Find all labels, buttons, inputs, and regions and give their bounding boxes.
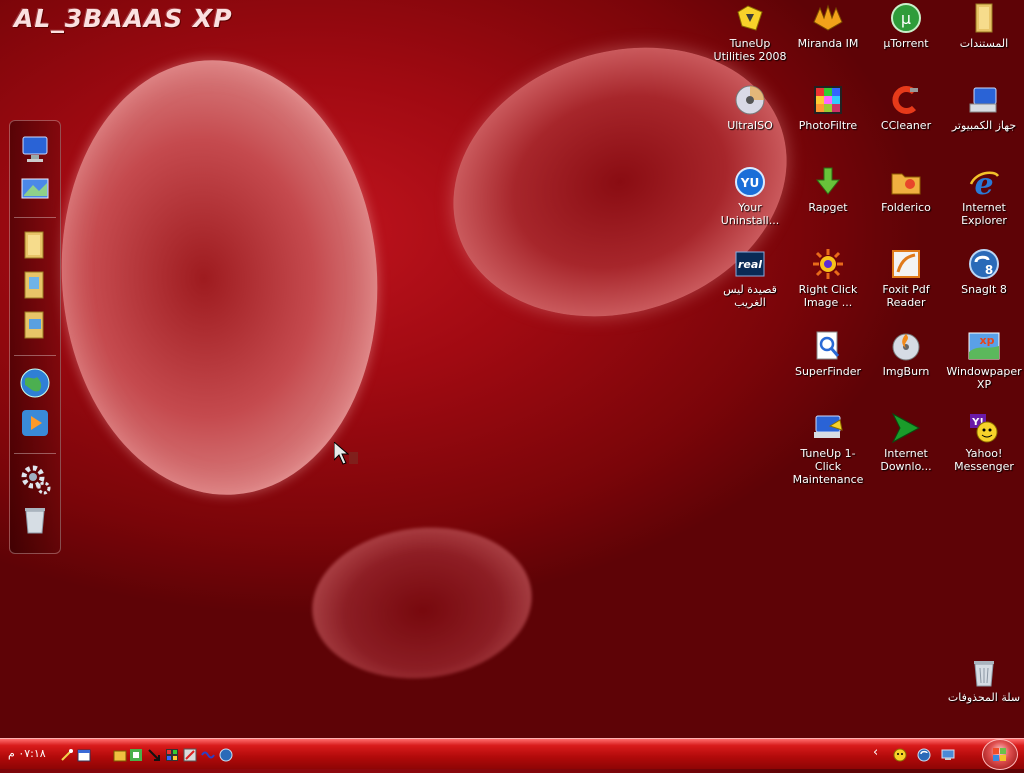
internet-explorer-icon: e [968,166,1000,202]
desktop-icon-tuneup-utilities[interactable]: TuneUp Utilities 2008 [711,2,789,63]
desktop-icon-ultraiso[interactable]: UltraISO [711,84,789,132]
recycle-bin-icon[interactable] [19,503,51,535]
calendar-icon[interactable] [77,747,91,762]
computer-icon[interactable] [19,133,51,165]
foxit-pdf-icon [890,248,922,280]
desktop-icon-utorrent[interactable]: µ µTorrent [867,2,945,50]
tray-network-icon[interactable] [941,747,955,761]
desktop-icon-ccleaner[interactable]: CCleaner [867,84,945,132]
desktop-icon[interactable] [19,173,51,205]
quicklaunch-snagit-icon[interactable] [219,747,233,762]
miranda-icon [812,2,844,34]
yahoo-messenger-icon: Y! [968,412,1000,444]
desktop-icon-snagit[interactable]: 8 SnagIt 8 [945,248,1023,296]
quicklaunch-tools-icon[interactable] [183,747,197,762]
magnifier-icon [812,330,844,362]
ccleaner-icon [890,84,922,116]
svg-text:8: 8 [985,263,993,277]
side-dock [9,120,61,554]
pictures-folder-icon[interactable] [19,309,51,341]
desktop-icon-right-click-image[interactable]: Right Click Image ... [789,248,867,309]
quicklaunch-folder-icon[interactable] [113,747,127,762]
svg-text:µ: µ [901,9,911,28]
gear-icon[interactable] [19,463,51,495]
globe-icon[interactable] [19,367,51,399]
desktop-icon-real-media[interactable]: real قصيدة ليس الغريب [711,248,789,309]
sun-burst-icon [812,248,844,280]
computer-icon [968,84,1000,116]
uninstaller-icon: YU [734,166,766,198]
magic-wand-icon[interactable] [60,747,74,761]
disc-icon [734,84,766,116]
desktop-icon-windowpaper[interactable]: xp Windowpaper XP [945,330,1023,391]
desktop-icon-superfinder[interactable]: SuperFinder [789,330,867,378]
desktop-icon-miranda[interactable]: Miranda IM [789,2,867,50]
desktop-icon-your-uninstaller[interactable]: YU Your Uninstall... [711,166,789,227]
recycle-bin-icon [968,656,1000,688]
wallpaper-blood-cell [47,49,392,506]
tuneup-maintenance-icon [812,412,844,444]
download-arrow-icon [812,166,844,198]
desktop-icon-photofiltre[interactable]: PhotoFiltre [789,84,867,132]
desktop-icon-yahoo-messenger[interactable]: Y! Yahoo! Messenger [945,412,1023,473]
desktop-icon-internet-explorer[interactable]: e Internet Explorer [945,166,1023,227]
tuneup-icon [734,2,766,34]
quicklaunch-app-icon[interactable] [129,747,143,761]
quicklaunch-arrow-icon[interactable] [147,747,161,761]
wallpaper-blood-cell [304,516,540,690]
real-player-icon: real [734,248,766,280]
photofiltre-icon [812,84,844,116]
folderico-icon [890,166,922,198]
tray-snagit-icon[interactable] [917,747,931,762]
desktop-icon-my-computer[interactable]: جهاز الكمبيوتر [945,84,1023,132]
svg-text:xp: xp [980,334,995,347]
desktop-icon-documents[interactable]: المستندات [945,2,1023,50]
documents-folder-icon [968,2,1000,34]
dock-separator [14,217,56,218]
desktop-icon-imgburn[interactable]: ImgBurn [867,330,945,378]
tray-yahoo-icon[interactable] [893,747,907,762]
desktop-icon-idm[interactable]: Internet Downlo... [867,412,945,473]
desktop-icon-recycle-bin[interactable]: سلة المحذوفات [945,656,1023,704]
imgburn-icon [890,330,922,362]
internet-download-manager-icon [890,412,922,444]
svg-text:real: real [738,258,762,271]
brand-title: AL_3BAAAS XP [14,4,233,33]
folder-icon[interactable] [19,229,51,261]
desktop-icon-rapget[interactable]: Rapget [789,166,867,214]
dock-separator [14,355,56,356]
snagit-icon: 8 [968,248,1000,280]
documents-folder-icon[interactable] [19,269,51,301]
desktop-icon-foxit[interactable]: Foxit Pdf Reader [867,248,945,309]
windows-logo-icon [993,748,1006,761]
desktop-icon-tuneup-1click[interactable]: TuneUp 1-Click Maintenance [789,412,867,486]
taskbar: ٠٧:١٨ م ‹ [0,738,1024,769]
media-player-icon[interactable] [19,407,51,439]
tray-expand-chevron[interactable]: ‹ [873,745,878,760]
dock-separator [14,453,56,454]
quicklaunch-chat-icon[interactable] [201,747,215,761]
svg-text:YU: YU [740,176,759,190]
mouse-cursor-icon [333,440,360,470]
start-button[interactable] [982,739,1018,770]
quicklaunch-grid-icon[interactable] [165,747,179,761]
desktop-icon-folderico[interactable]: Folderico [867,166,945,214]
utorrent-icon: µ [890,2,922,34]
system-clock[interactable]: ٠٧:١٨ م [8,747,46,760]
windowpaper-icon: xp [968,330,1000,362]
